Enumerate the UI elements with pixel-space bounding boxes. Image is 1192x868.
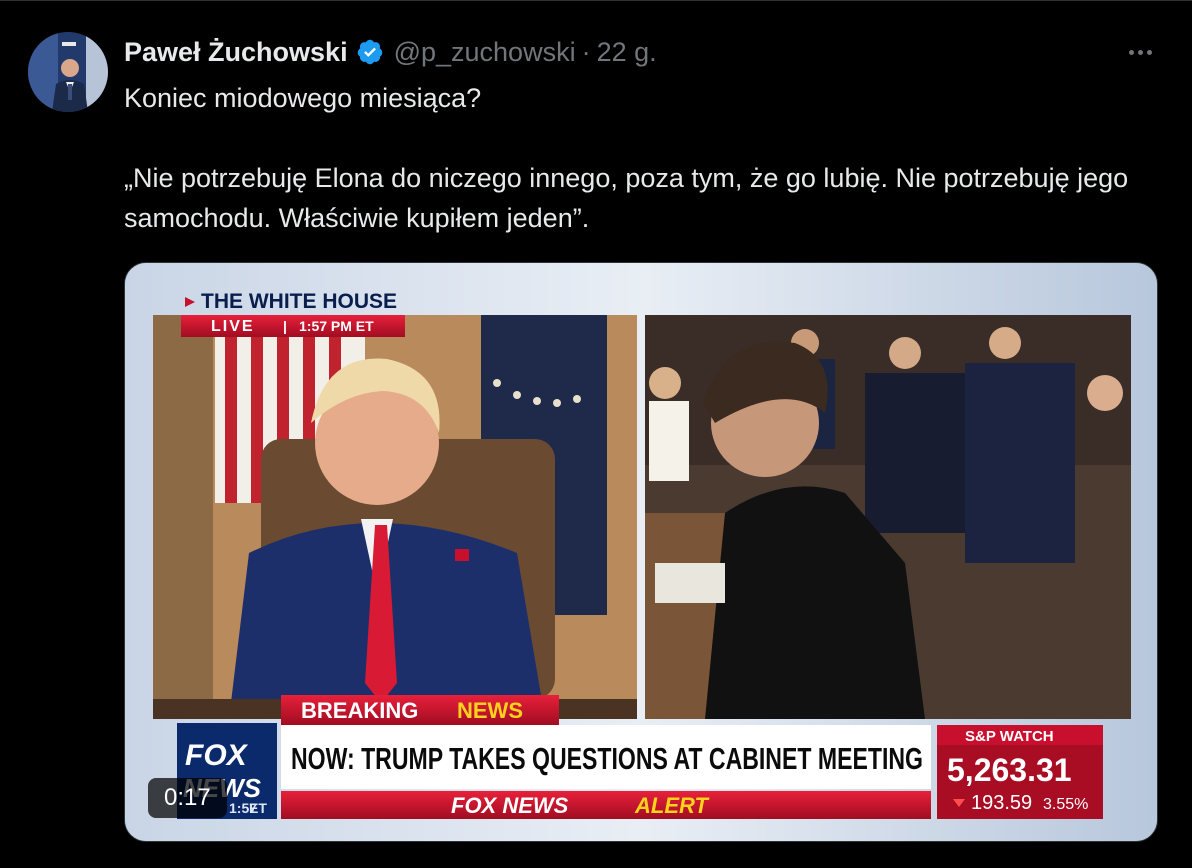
location-label: THE WHITE HOUSE bbox=[201, 290, 397, 313]
tweet-time[interactable]: 22 g. bbox=[597, 37, 657, 68]
top-divider bbox=[0, 0, 1192, 1]
avatar-image bbox=[28, 32, 108, 112]
video-frame: THE WHITE HOUSE LIVE | 1:57 PM ET BREAKI… bbox=[125, 263, 1157, 841]
tweet-line-2: „Nie potrzebuję Elona do niczego innego,… bbox=[124, 163, 1129, 233]
author-avatar[interactable] bbox=[28, 32, 108, 112]
more-dot bbox=[1128, 49, 1134, 55]
separator-dot: · bbox=[581, 36, 591, 67]
tweet-header: Paweł Żuchowski @p_zuchowski · 22 g. bbox=[124, 34, 657, 70]
breaking-word: BREAKING bbox=[301, 698, 418, 723]
video-duration-badge: 0:17 bbox=[148, 778, 227, 818]
alert-fox-news: FOX NEWS bbox=[451, 793, 569, 818]
headline-text: NOW: TRUMP TAKES QUESTIONS AT CABINET ME… bbox=[291, 741, 923, 776]
more-options-icon[interactable] bbox=[1122, 38, 1158, 66]
tweet-text: Koniec miodowego miesiąca? „Nie potrzebu… bbox=[124, 78, 1144, 238]
fox-logo-top: FOX bbox=[185, 739, 249, 772]
corner-et: ET bbox=[249, 800, 267, 816]
verified-badge-icon bbox=[357, 39, 382, 65]
alert-word: ALERT bbox=[634, 793, 709, 818]
live-separator: | bbox=[283, 318, 287, 334]
sp-change: 193.59 bbox=[971, 792, 1032, 814]
sp-percent: 3.55% bbox=[1043, 796, 1088, 813]
live-time: 1:57 PM ET bbox=[299, 318, 374, 334]
tweet-line-1: Koniec miodowego miesiąca? bbox=[124, 83, 482, 113]
headline-bar: NOW: TRUMP TAKES QUESTIONS AT CABINET ME… bbox=[281, 725, 931, 819]
more-dot bbox=[1137, 49, 1143, 55]
sp-title: S&P WATCH bbox=[965, 728, 1054, 745]
news-word: NEWS bbox=[457, 698, 523, 723]
video-player[interactable]: THE WHITE HOUSE LIVE | 1:57 PM ET BREAKI… bbox=[124, 262, 1158, 842]
sp-watch-box: S&P WATCH 5,263.31 193.59 3.55% bbox=[937, 725, 1103, 819]
right-video-panel bbox=[645, 315, 1131, 719]
more-dot bbox=[1146, 49, 1152, 55]
author-name[interactable]: Paweł Żuchowski bbox=[124, 37, 348, 68]
breaking-news-tab: BREAKING NEWS bbox=[281, 695, 559, 725]
live-label: LIVE bbox=[211, 318, 255, 335]
sp-value: 5,263.31 bbox=[947, 752, 1072, 788]
author-handle[interactable]: @p_zuchowski bbox=[394, 37, 576, 68]
left-video-panel bbox=[153, 315, 637, 719]
